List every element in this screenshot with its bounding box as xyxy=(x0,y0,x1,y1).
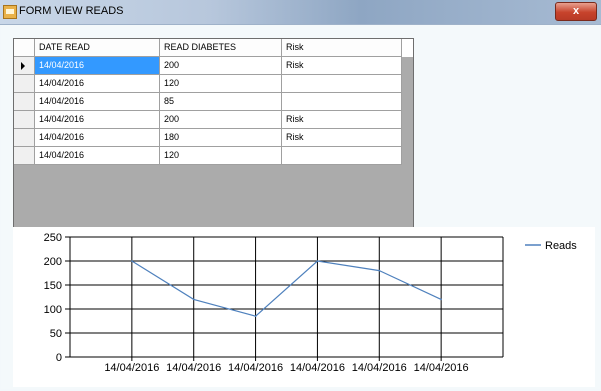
x-tick-label: 14/04/2016 xyxy=(166,362,221,374)
y-tick-label: 150 xyxy=(44,280,62,292)
cell-read-diabetes[interactable]: 85 xyxy=(160,93,282,111)
current-row-arrow-icon xyxy=(21,62,25,70)
table-row[interactable]: 14/04/2016 180 Risk xyxy=(14,129,413,147)
row-header[interactable] xyxy=(14,93,35,111)
reads-data-grid[interactable]: DATE READ READ DIABETES Risk 14/04/2016 2… xyxy=(13,38,414,245)
row-header[interactable] xyxy=(14,129,35,147)
app-icon xyxy=(3,5,17,19)
table-row[interactable]: 14/04/2016 120 xyxy=(14,75,413,93)
cell-read-diabetes[interactable]: 120 xyxy=(160,147,282,165)
title-bar: FORM VIEW READS x xyxy=(0,0,601,25)
data-point xyxy=(131,260,133,262)
cell-risk[interactable]: Risk xyxy=(282,129,402,147)
cell-read-diabetes[interactable]: 120 xyxy=(160,75,282,93)
data-point xyxy=(440,298,442,301)
table-row[interactable]: 14/04/2016 120 xyxy=(14,147,413,165)
x-tick-label: 14/04/2016 xyxy=(352,362,407,374)
x-tick-label: 14/04/2016 xyxy=(414,362,469,374)
cell-risk[interactable] xyxy=(282,147,402,165)
table-row[interactable]: 14/04/2016 200 Risk xyxy=(14,57,413,75)
data-point xyxy=(254,315,257,317)
close-button[interactable]: x xyxy=(555,2,597,21)
cell-date-read[interactable]: 14/04/2016 xyxy=(35,93,160,111)
row-header[interactable] xyxy=(14,57,35,75)
row-header[interactable] xyxy=(14,147,35,165)
reads-chart: 0 50 100 150 200 250 14/04/2016 14/04/2016 14/04… xyxy=(13,227,595,387)
table-row[interactable]: 14/04/2016 85 xyxy=(14,93,413,111)
cell-date-read[interactable]: 14/04/2016 xyxy=(35,57,160,75)
y-tick-label: 50 xyxy=(50,328,62,340)
y-tick-label: 0 xyxy=(56,352,62,364)
x-tick-label: 14/04/2016 xyxy=(104,362,159,374)
cell-date-read[interactable]: 14/04/2016 xyxy=(35,75,160,93)
cell-read-diabetes[interactable]: 200 xyxy=(160,57,282,75)
column-header-read-diabetes[interactable]: READ DIABETES xyxy=(160,39,282,57)
y-tick-label: 250 xyxy=(44,232,62,244)
data-point xyxy=(192,298,195,301)
y-tick-label: 200 xyxy=(44,256,62,268)
data-point xyxy=(316,260,319,262)
cell-date-read[interactable]: 14/04/2016 xyxy=(35,147,160,165)
grid-rows: DATE READ READ DIABETES Risk 14/04/2016 2… xyxy=(14,39,413,169)
row-header[interactable] xyxy=(14,75,35,93)
x-tick-label: 14/04/2016 xyxy=(290,362,345,374)
series-line-reads xyxy=(131,260,442,317)
grid-corner-header[interactable] xyxy=(14,39,35,57)
x-tick-label: 14/04/2016 xyxy=(228,362,283,374)
cell-risk[interactable]: Risk xyxy=(282,111,402,129)
row-header[interactable] xyxy=(14,111,35,129)
data-point xyxy=(378,269,381,272)
form-client-area: DATE READ READ DIABETES Risk 14/04/2016 2… xyxy=(1,25,600,389)
cell-risk[interactable]: Risk xyxy=(282,57,402,75)
legend-label: Reads xyxy=(545,240,577,252)
window-title: FORM VIEW READS xyxy=(19,5,124,17)
cell-risk[interactable] xyxy=(282,75,402,93)
column-header-risk[interactable]: Risk xyxy=(282,39,402,57)
cell-read-diabetes[interactable]: 180 xyxy=(160,129,282,147)
cell-date-read[interactable]: 14/04/2016 xyxy=(35,111,160,129)
column-header-date-read[interactable]: DATE READ xyxy=(35,39,160,57)
cell-read-diabetes[interactable]: 200 xyxy=(160,111,282,129)
cell-date-read[interactable]: 14/04/2016 xyxy=(35,129,160,147)
table-row[interactable]: 14/04/2016 200 Risk xyxy=(14,111,413,129)
cell-risk[interactable] xyxy=(282,93,402,111)
y-tick-label: 100 xyxy=(44,304,62,316)
grid-header-row: DATE READ READ DIABETES Risk xyxy=(14,39,413,57)
line-chart: 0 50 100 150 200 250 14/04/2016 14/04/2016 14/04… xyxy=(44,232,578,374)
